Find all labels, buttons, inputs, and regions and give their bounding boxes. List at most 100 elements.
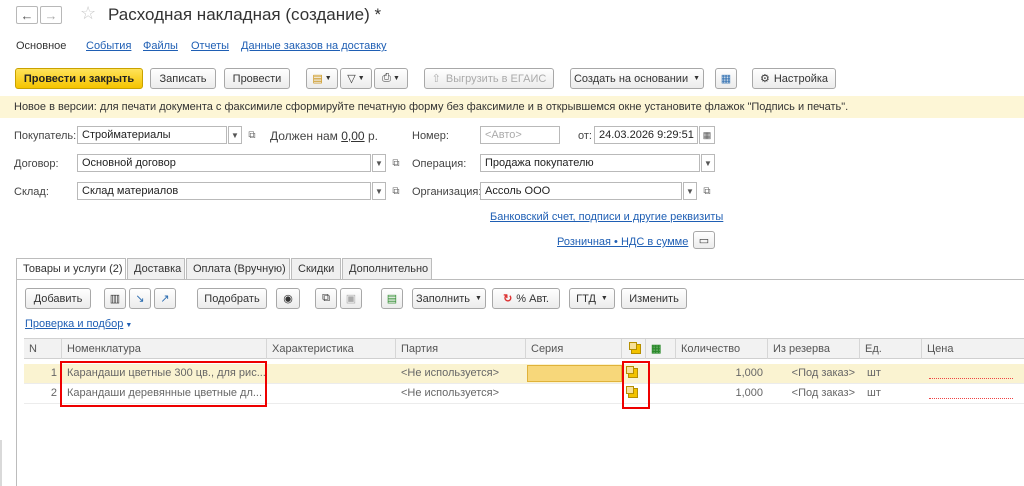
import-icon: ↘ (135, 293, 145, 305)
barcode-button[interactable]: ▥ (104, 288, 126, 309)
back-button[interactable]: ← (16, 6, 38, 24)
save-button[interactable]: Записать (150, 68, 216, 89)
price-type-link[interactable]: Розничная • НДС в сумме (557, 236, 688, 248)
paste-button[interactable]: ▣ (340, 288, 362, 309)
quantity-cell[interactable]: 1,000 (676, 384, 768, 403)
tab-main[interactable]: Основное (16, 40, 66, 52)
col-n[interactable]: N (24, 339, 62, 359)
tab-reports[interactable]: Отчеты (191, 40, 229, 52)
open-icon: ⧉ (392, 157, 400, 169)
arrow-left-icon: ← (20, 7, 34, 23)
date-label: от: (578, 130, 592, 142)
col-series[interactable]: Серия (526, 339, 622, 359)
contract-open-button[interactable]: ⧉ (389, 154, 403, 172)
price-settings-button[interactable]: ▭ (693, 231, 715, 249)
create-based-on-button[interactable]: Создать на основании ▼ (570, 68, 704, 89)
row-number: 1 (50, 367, 57, 379)
col-batch[interactable]: Партия (396, 339, 526, 359)
tab-files[interactable]: Файлы (143, 40, 178, 52)
import-button[interactable]: ↘ (129, 288, 151, 309)
reserve-cell[interactable]: <Под заказ> (768, 384, 860, 403)
post-and-close-button[interactable]: Провести и закрыть (15, 68, 143, 89)
calendar-button[interactable]: ▦ (699, 126, 715, 144)
col-reserve[interactable]: Из резерва (768, 339, 860, 359)
printer-dropdown-button[interactable]: ⎙ ▼ (374, 68, 408, 89)
warehouse-label: Склад: (14, 186, 49, 198)
gear-icon: ⚙ (759, 73, 770, 85)
copy-button[interactable]: ⧉ (315, 288, 337, 309)
price-cell[interactable] (929, 398, 1013, 399)
contract-field[interactable]: Основной договор (77, 154, 371, 172)
highlight-frame-flags (622, 361, 650, 409)
percent-auto-button[interactable]: ↻% Авт. (492, 288, 560, 309)
operation-dropdown[interactable]: ▼ (701, 154, 715, 172)
number-field[interactable]: <Авто> (480, 126, 560, 144)
tab-delivery-orders[interactable]: Данные заказов на доставку (241, 40, 387, 52)
owes-amount-link[interactable]: 0,00 (341, 129, 364, 143)
upload-icon: ⇧ (431, 73, 441, 85)
org-open-button[interactable]: ⧉ (700, 182, 714, 200)
barcode-icon: ▥ (109, 293, 121, 305)
col-flag[interactable] (622, 339, 646, 359)
export-button[interactable]: ↗ (154, 288, 176, 309)
col-unit[interactable]: Ед. (860, 339, 922, 359)
quantity-cell[interactable]: 1,000 (676, 364, 768, 383)
forward-button[interactable]: → (40, 6, 62, 24)
tab-delivery[interactable]: Доставка (127, 258, 185, 279)
upload-egais-button[interactable]: ⇧ Выгрузить в ЕГАИС (424, 68, 554, 89)
pick-button[interactable]: Подобрать (197, 288, 267, 309)
print-dropdown-button[interactable]: ▤ ▼ (306, 68, 338, 89)
open-icon: ⧉ (248, 129, 256, 141)
col-price[interactable]: Цена (922, 339, 1024, 359)
check-and-pick-link[interactable]: Проверка и подбор ▼ (25, 318, 132, 330)
unit-cell[interactable]: шт (862, 364, 922, 383)
buyer-open-button[interactable]: ⧉ (245, 126, 259, 144)
series-cell[interactable] (527, 365, 622, 382)
org-label: Организация: (412, 186, 482, 198)
flag-icon (629, 342, 641, 354)
org-dropdown[interactable]: ▼ (683, 182, 697, 200)
chevron-down-icon: ▼ (231, 130, 239, 140)
operation-field[interactable]: Продажа покупателю (480, 154, 700, 172)
buyer-dropdown[interactable]: ▼ (228, 126, 242, 144)
table-icon: ▦ (651, 343, 662, 355)
org-field[interactable]: Ассоль ООО (480, 182, 682, 200)
col-characteristic[interactable]: Характеристика (267, 339, 396, 359)
tab-events[interactable]: События (86, 40, 131, 52)
change-button[interactable]: Изменить (621, 288, 687, 309)
bank-details-link[interactable]: Банковский счет, подписи и другие реквиз… (490, 211, 723, 223)
add-row-button[interactable]: Добавить (25, 288, 91, 309)
col-quantity[interactable]: Количество (676, 339, 768, 359)
tab-discounts[interactable]: Скидки (291, 258, 341, 279)
contract-dropdown[interactable]: ▼ (372, 154, 386, 172)
post-button[interactable]: Провести (224, 68, 290, 89)
view-button[interactable]: ◉ (276, 288, 300, 309)
warehouse-open-button[interactable]: ⧉ (389, 182, 403, 200)
unit-cell[interactable]: шт (862, 384, 922, 403)
tab-additional[interactable]: Дополнительно (342, 258, 432, 279)
date-field[interactable]: 24.03.2026 9:29:51 (594, 126, 698, 144)
table-calc-button[interactable]: ▤ (381, 288, 403, 309)
price-cell[interactable] (929, 378, 1013, 379)
table-header: N Номенклатура Характеристика Партия Сер… (24, 338, 1024, 359)
gtd-dropdown-button[interactable]: ГТД ▼ (569, 288, 615, 309)
warehouse-field[interactable]: Склад материалов (77, 182, 371, 200)
fill-dropdown-button[interactable]: Заполнить ▼ (412, 288, 486, 309)
structure-button[interactable]: ▦ (715, 68, 737, 89)
filter-icon: ▽ (347, 73, 356, 85)
filter-dropdown-button[interactable]: ▽ ▼ (340, 68, 372, 89)
settings-button[interactable]: ⚙ Настройка (752, 68, 836, 89)
calendar-icon: ▦ (702, 129, 712, 140)
buyer-field[interactable]: Стройматериалы (77, 126, 227, 144)
col-item[interactable]: Номенклатура (62, 339, 267, 359)
batch-cell[interactable]: <Не используется> (396, 384, 526, 403)
warehouse-dropdown[interactable]: ▼ (372, 182, 386, 200)
tab-payment[interactable]: Оплата (Вручную) (186, 258, 290, 279)
col-table-icon[interactable]: ▦ (646, 339, 676, 359)
batch-cell[interactable]: <Не используется> (396, 364, 526, 383)
star-icon[interactable]: ☆ (80, 3, 96, 24)
reserve-cell[interactable]: <Под заказ> (768, 364, 860, 383)
operation-label: Операция: (412, 158, 467, 170)
printer-icon: ⎙ (382, 72, 391, 84)
tab-goods[interactable]: Товары и услуги (2) (16, 258, 126, 280)
